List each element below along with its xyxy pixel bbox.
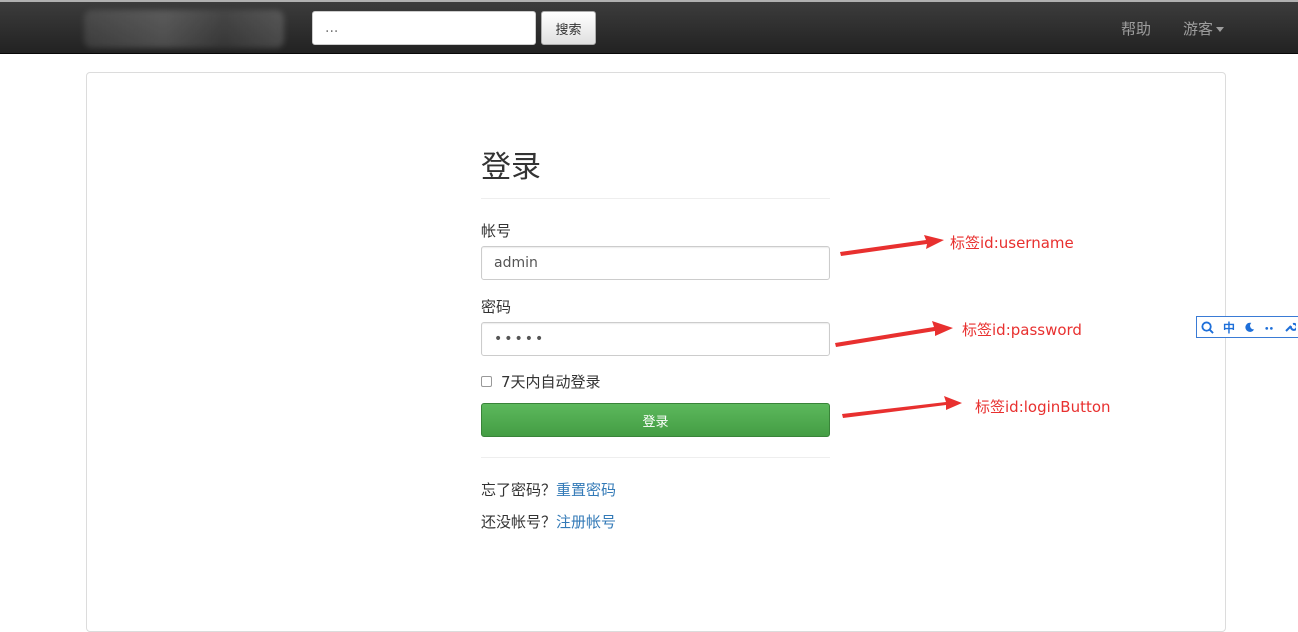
annotation-login-button: 标签id:loginButton	[975, 398, 1111, 416]
punctuation-icon[interactable]	[1264, 322, 1275, 333]
arrow-username	[840, 235, 944, 256]
annotation-arrows	[835, 235, 962, 418]
moon-icon[interactable]	[1244, 322, 1255, 333]
arrow-login-button	[842, 396, 962, 418]
arrow-password	[835, 321, 953, 347]
ime-toolbar[interactable]: 中	[1196, 316, 1298, 338]
wrench-icon[interactable]	[1284, 321, 1297, 333]
search-icon[interactable]	[1201, 320, 1214, 334]
ime-mode-label[interactable]: 中	[1223, 319, 1235, 336]
annotation-password: 标签id:password	[962, 321, 1082, 339]
annotation-username: 标签id:username	[950, 234, 1074, 252]
